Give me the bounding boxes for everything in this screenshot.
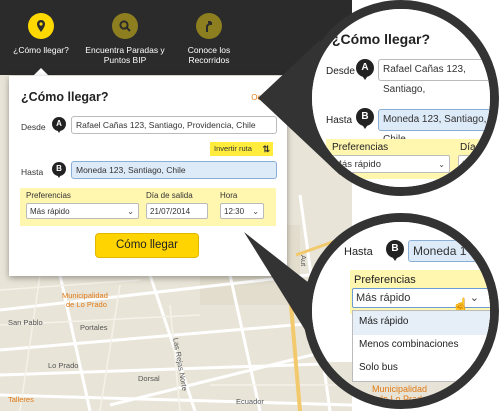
- zoom-bottom-preferences-label: Preferencias: [354, 274, 416, 286]
- origin-pin-icon: A: [356, 59, 374, 80]
- zoom-top-to-input[interactable]: Moneda 123, Santiago, Chile: [378, 109, 490, 145]
- destination-pin-icon: B: [356, 108, 374, 129]
- zoom-top-preferences-label: Preferencias: [332, 142, 389, 153]
- zoom-top-preferences-value: Más rápido: [334, 159, 381, 170]
- zoom-circle-top: ¿Cómo llegar? Desde A Rafael Cañas 123, …: [303, 0, 499, 196]
- zoom-top-date-label: Día: [460, 142, 476, 153]
- zoom-circle-bottom: Hasta B Moneda 1 Preferencias Más rápido…: [303, 213, 499, 409]
- chevron-down-icon: ⌄: [438, 160, 445, 169]
- dropdown-option[interactable]: Solo bus: [359, 362, 398, 373]
- destination-pin-icon: B: [386, 240, 404, 261]
- zoom-bottom-to-input[interactable]: Moneda 1: [408, 240, 490, 262]
- zoom-bottom-content: Hasta B Moneda 1 Preferencias Más rápido…: [312, 222, 490, 400]
- zoom-bottom-map-label-lo-prado: de Lo Prado: [378, 394, 428, 404]
- screenshot-frame: Municipalidad de Lo Prado San Pablo Port…: [0, 0, 499, 411]
- zoom-bottom-preferences-value: Más rápido: [356, 292, 411, 304]
- dropdown-option[interactable]: Menos combinaciones: [359, 339, 459, 350]
- dropdown-option[interactable]: Más rápido: [359, 316, 408, 327]
- preferences-dropdown-list: Más rápido Menos combinaciones Solo bus: [352, 310, 490, 382]
- zoom-top-content: ¿Cómo llegar? Desde A Rafael Cañas 123, …: [312, 9, 490, 187]
- zoom-top-from-label: Desde: [326, 66, 355, 77]
- chevron-down-icon: ⌄: [469, 292, 479, 304]
- zoom-top-to-label: Hasta: [326, 115, 353, 126]
- zoom-top-preferences-select[interactable]: Más rápido ⌄: [330, 155, 450, 173]
- zoom-bottom-map-label-municipalidad: Municipalidad: [372, 384, 428, 394]
- zoom-top-from-input[interactable]: Rafael Cañas 123, Santiago,: [378, 59, 490, 95]
- zoom-top-title: ¿Cómo llegar?: [332, 31, 431, 47]
- zoom-bottom-preferences-select[interactable]: Más rápido ⌄: [352, 288, 490, 308]
- zoom-bottom-to-label: Hasta: [344, 246, 373, 258]
